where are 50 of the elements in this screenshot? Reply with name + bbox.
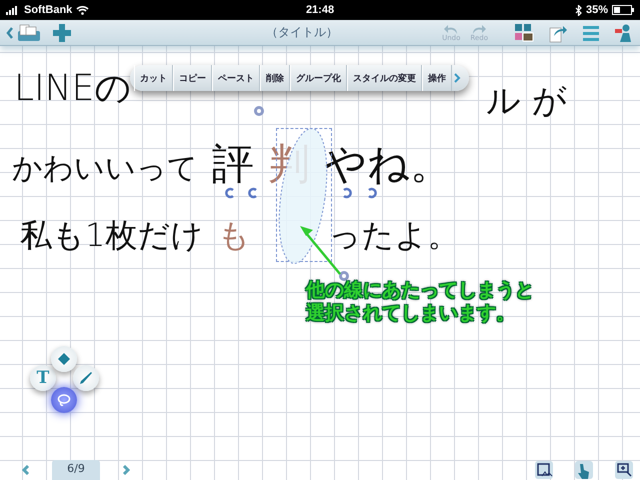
carrier-name: SoftBank (24, 4, 72, 16)
battery-percent: 35% (586, 4, 608, 16)
zoom-icon[interactable] (614, 460, 634, 480)
menu-item[interactable]: コピー (173, 65, 212, 91)
rotate-left-icon[interactable] (225, 188, 234, 198)
lasso-icon (57, 393, 71, 407)
handwritten-text: 評 (212, 138, 254, 190)
rotate-handle-icon[interactable] (254, 106, 264, 116)
annotation-text: 他の線にあたってしまうと 選択されてしまいます。 (306, 279, 534, 325)
chevron-right-icon[interactable] (454, 73, 461, 83)
rotate-handle-icon[interactable] (339, 271, 349, 281)
wifi-icon (76, 5, 90, 15)
thumbnails-icon[interactable] (514, 22, 534, 42)
battery-icon (612, 5, 634, 15)
previous-page-icon[interactable] (22, 465, 30, 475)
rotate-left-icon[interactable] (248, 188, 257, 198)
handwritten-text: も (217, 215, 250, 256)
handwritten-text: ったよ。 (328, 215, 460, 256)
plus-icon[interactable] (52, 22, 72, 42)
handwritten-text: かわいいって (12, 150, 198, 188)
menu-item[interactable]: スタイルの変更 (347, 65, 422, 91)
diamond-icon (57, 352, 71, 366)
menu-item[interactable]: 操作 (422, 65, 452, 91)
tool-button[interactable] (73, 365, 99, 391)
menu-item[interactable]: カット (134, 65, 173, 91)
person-settings-icon[interactable] (614, 22, 634, 42)
pen-icon (79, 371, 93, 385)
handwritten-text: 判 (268, 138, 310, 190)
tool-button[interactable] (51, 387, 77, 413)
tool-button[interactable]: T (30, 365, 56, 391)
handwritten-text: 私も1枚だけ (20, 215, 204, 256)
menu-icon[interactable] (582, 24, 600, 42)
note-title[interactable]: （タイトル） (82, 24, 432, 41)
signal-icon (6, 6, 20, 14)
menu-item[interactable]: グループ化 (290, 65, 347, 91)
tool-button[interactable] (51, 346, 77, 372)
next-page-icon[interactable] (122, 465, 130, 475)
handwritten-text: ル が (486, 80, 567, 123)
handwritten-text: やね。 (324, 138, 452, 190)
bluetooth-icon (574, 4, 582, 16)
clock-time: 21:48 (306, 4, 334, 16)
menu-item[interactable]: 削除 (260, 65, 290, 91)
rotate-right-icon[interactable] (343, 188, 352, 198)
menu-item[interactable]: ペースト (212, 65, 260, 91)
page-number: 6/9 (52, 460, 100, 480)
hand-pointer-icon[interactable] (574, 460, 594, 480)
back-folder-icon[interactable] (6, 22, 42, 42)
rotate-right-icon[interactable] (368, 188, 377, 198)
handwritten-text: LINEの (14, 67, 132, 111)
image-insert-icon[interactable] (534, 460, 554, 480)
